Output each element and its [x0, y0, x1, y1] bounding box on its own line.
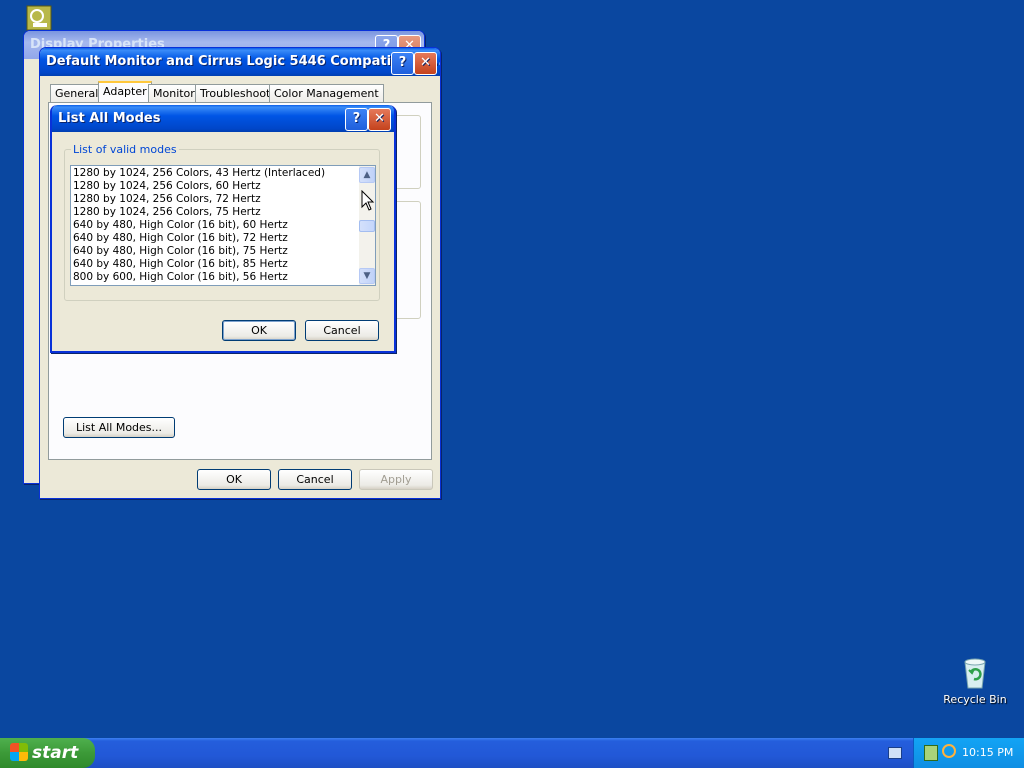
dialog-cancel-button[interactable]: Cancel	[305, 320, 379, 341]
search-icon[interactable]	[942, 744, 956, 758]
ok-button[interactable]: OK	[197, 469, 271, 490]
keyboard-icon[interactable]	[888, 747, 902, 759]
scroll-down-icon[interactable]: ▼	[359, 268, 375, 284]
tab-adapter[interactable]: Adapter	[98, 81, 152, 104]
start-button[interactable]: start	[0, 738, 95, 768]
list-item[interactable]: 1280 by 1024, 256 Colors, 60 Hertz	[71, 180, 375, 193]
tab-general[interactable]: General	[50, 84, 104, 103]
windows-logo-icon	[10, 743, 28, 761]
list-item[interactable]: 1280 by 1024, 256 Colors, 75 Hertz	[71, 206, 375, 219]
mode-rows: 1280 by 1024, 256 Colors, 43 Hertz (Inte…	[71, 166, 375, 284]
list-all-modes-dialog: List All Modes ? ✕ List of valid modes 1…	[50, 105, 396, 353]
close-button[interactable]: ✕	[414, 52, 437, 75]
valid-modes-listbox[interactable]: 1280 by 1024, 256 Colors, 43 Hertz (Inte…	[70, 165, 376, 286]
list-item[interactable]: 640 by 480, High Color (16 bit), 85 Hert…	[71, 258, 375, 271]
vertical-scrollbar[interactable]: ▲ ▼	[359, 166, 375, 285]
list-item[interactable]: 1280 by 1024, 256 Colors, 72 Hertz	[71, 193, 375, 206]
recycle-bin-icon	[964, 658, 986, 689]
desktop-icon-label: Recycle Bin	[943, 693, 1007, 706]
tab-monitor[interactable]: Monitor	[148, 84, 200, 103]
cancel-button[interactable]: Cancel	[278, 469, 352, 490]
system-tray: 10:15 PM	[913, 738, 1024, 768]
taskbar: start 10:15 PM	[0, 738, 1024, 768]
list-all-modes-button[interactable]: List All Modes...	[63, 417, 175, 438]
dialog-title: List All Modes	[58, 111, 161, 126]
group-label: List of valid modes	[71, 143, 179, 156]
window-title: Default Monitor and Cirrus Logic 5446 Co…	[46, 54, 440, 69]
dialog-titlebar[interactable]: List All Modes ? ✕	[52, 105, 394, 132]
help-button[interactable]: ?	[345, 108, 368, 131]
mouse-cursor-icon	[361, 190, 375, 211]
dialog-ok-button[interactable]: OK	[222, 320, 296, 341]
close-button[interactable]: ✕	[368, 108, 391, 131]
list-item[interactable]: 800 by 600, High Color (16 bit), 56 Hert…	[71, 271, 375, 284]
start-label: start	[32, 743, 79, 763]
network-icon[interactable]	[924, 745, 938, 761]
apply-button[interactable]: Apply	[359, 469, 433, 490]
tab-troubleshoot[interactable]: Troubleshoot	[195, 84, 276, 103]
list-item[interactable]: 640 by 480, High Color (16 bit), 60 Hert…	[71, 219, 375, 232]
list-item[interactable]: 640 by 480, High Color (16 bit), 72 Hert…	[71, 232, 375, 245]
properties-titlebar[interactable]: Default Monitor and Cirrus Logic 5446 Co…	[40, 48, 440, 76]
valid-modes-group: List of valid modes 1280 by 1024, 256 Co…	[64, 143, 380, 301]
desktop-icon-recycle-bin[interactable]: Recycle Bin	[940, 656, 1010, 706]
scroll-thumb[interactable]	[359, 220, 375, 232]
clock[interactable]: 10:15 PM	[962, 746, 1013, 759]
monitor-icon	[26, 5, 52, 31]
tab-color-management[interactable]: Color Management	[269, 84, 384, 103]
help-button[interactable]: ?	[391, 52, 414, 75]
list-item[interactable]: 1280 by 1024, 256 Colors, 43 Hertz (Inte…	[71, 167, 375, 180]
list-item[interactable]: 640 by 480, High Color (16 bit), 75 Hert…	[71, 245, 375, 258]
scroll-up-icon[interactable]: ▲	[359, 167, 375, 183]
